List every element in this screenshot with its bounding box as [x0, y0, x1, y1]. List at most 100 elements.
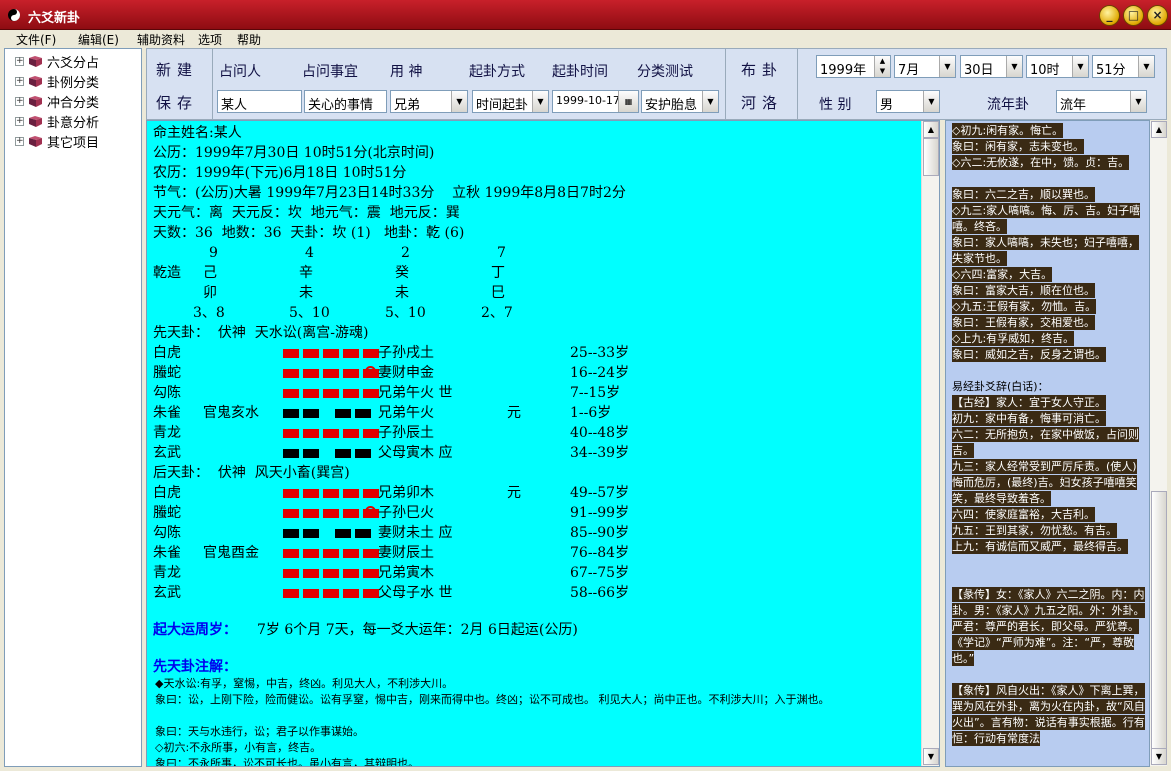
yao-text-text: ◇初九:闲有家。悔亡。: [952, 123, 1064, 138]
chevron-down-icon[interactable]: ▼: [702, 91, 718, 112]
plain-text: 六二：无所抱负，在家中做饭，占问则吉。: [952, 427, 1147, 459]
year-spinner[interactable]: 1999年 ▲ ▼: [816, 55, 891, 78]
spirit-name: 勾陈: [153, 525, 181, 541]
tree-item-label: 冲合分类: [47, 95, 100, 111]
category-value: 安护胎息: [645, 98, 698, 113]
info-line: 农历：1999年(下元)6月18日 10时51分: [153, 165, 407, 181]
pillar-ranges: 5、10: [289, 305, 330, 321]
expand-icon[interactable]: +: [15, 116, 24, 126]
tuan-text: 【彖传】女：《家人》六二之阴。内：内卦。男：《家人》九五之阳。外：外卦。严君：尊…: [952, 587, 1147, 667]
chevron-down-icon[interactable]: ▼: [1006, 56, 1022, 77]
menu-options[interactable]: 选项: [198, 31, 222, 48]
menu-help[interactable]: 帮助: [237, 31, 261, 48]
tree-item[interactable]: + 其它项目: [15, 132, 99, 151]
app-logo-icon: [8, 9, 20, 21]
close-button[interactable]: ×: [1147, 5, 1168, 26]
person-input[interactable]: 某人: [217, 90, 302, 113]
relation: 子孙辰土: [378, 425, 434, 441]
minimize-button[interactable]: _: [1099, 5, 1120, 26]
hour-select[interactable]: 10时 ▼: [1026, 55, 1089, 78]
scroll-down-icon[interactable]: ▼: [923, 748, 939, 765]
yao-text: 象曰：王假有家，交相爱也。: [952, 315, 1147, 331]
yang-segment: [303, 389, 319, 398]
yang-segment: [323, 509, 339, 518]
yao-text-text: 象曰：富家大吉，顺在位也。: [952, 283, 1095, 298]
scroll-up-icon[interactable]: ▲: [1151, 121, 1167, 138]
scroll-up-icon[interactable]: ▲: [923, 121, 939, 138]
tree-item[interactable]: + 冲合分类: [15, 92, 100, 111]
gender-select[interactable]: 男 ▼: [876, 90, 940, 113]
chevron-down-icon[interactable]: ▼: [1130, 91, 1146, 112]
spinner-arrows-icon[interactable]: ▲ ▼: [874, 56, 890, 77]
chevron-down-icon[interactable]: ▼: [1138, 56, 1154, 77]
tree-item[interactable]: + 卦意分析: [15, 112, 99, 131]
yang-segment: [343, 349, 359, 358]
yao-line: [283, 489, 379, 498]
expand-icon[interactable]: +: [15, 56, 24, 66]
save-button[interactable]: 保存: [156, 92, 198, 113]
month-select[interactable]: 7月 ▼: [894, 55, 956, 78]
relation: 子孙戌土: [378, 345, 434, 361]
pillar-branches: 巳: [491, 285, 505, 301]
heluo-button[interactable]: 河洛: [741, 92, 783, 113]
yang-segment: [303, 349, 319, 358]
matter-input[interactable]: 关心的事情: [304, 90, 387, 113]
expand-icon[interactable]: +: [15, 136, 24, 146]
right-scrollbar[interactable]: ▲ ▼: [1150, 121, 1167, 766]
yin-segment: [355, 529, 371, 538]
pillar-branches: 卯: [203, 285, 217, 301]
yin-segment: [335, 449, 351, 458]
spirit-name: 白虎: [153, 485, 181, 501]
note-line: 象曰：讼，上刚下险，险而健讼。讼有孚窒，惕中吉，刚来而得中也。终凶；讼不可成也。…: [155, 693, 830, 706]
yang-segment: [343, 389, 359, 398]
plain-title-text: 易经卦爻辞(白话)：: [952, 380, 1049, 393]
scroll-thumb[interactable]: [1151, 491, 1167, 751]
layout-button[interactable]: 布卦: [741, 59, 783, 80]
pillar-stems: 辛: [299, 265, 313, 281]
chevron-down-icon[interactable]: ▼: [1072, 56, 1088, 77]
day-select[interactable]: 30日 ▼: [960, 55, 1023, 78]
relation: 兄弟寅木: [378, 565, 434, 581]
scroll-thumb[interactable]: [923, 138, 939, 176]
expand-icon[interactable]: +: [15, 96, 24, 106]
yang-segment: [303, 589, 319, 598]
label-person: 占问人: [219, 64, 261, 80]
chevron-down-icon[interactable]: ▼: [923, 91, 939, 112]
menu-edit[interactable]: 编辑(E): [78, 31, 119, 48]
category-select[interactable]: 安护胎息 ▼: [641, 90, 719, 113]
menu-reference[interactable]: 辅助资料: [137, 31, 185, 48]
yang-segment: [303, 549, 319, 558]
book-icon: [29, 75, 42, 87]
plain-text-text: 上九：有诚信而又威严，最终得吉。: [952, 539, 1128, 554]
tree-item[interactable]: + 卦例分类: [15, 72, 99, 91]
plain-text-text: 六四：使家庭富裕，大吉利。: [952, 507, 1095, 522]
time-picker[interactable]: 1999-10-17 ▦: [552, 90, 639, 113]
tree-item[interactable]: + 六爻分占: [15, 52, 99, 71]
calendar-icon[interactable]: ▦: [618, 91, 638, 112]
yin-segment: [335, 529, 351, 538]
label-time: 起卦时间: [552, 64, 608, 80]
expand-icon[interactable]: +: [15, 76, 24, 86]
chevron-down-icon[interactable]: ▼: [532, 91, 548, 112]
yao-text: ◇九五:王假有家，勿恤。吉。: [952, 299, 1147, 315]
flow-year-select[interactable]: 流年 ▼: [1056, 90, 1147, 113]
method-select[interactable]: 时间起卦 ▼: [472, 90, 549, 113]
hidden-god: 官鬼酉金: [203, 545, 259, 561]
main-scrollbar[interactable]: ▲ ▼: [921, 121, 939, 766]
book-icon: [29, 55, 42, 67]
menu-file[interactable]: 文件(F): [16, 31, 56, 48]
spirit-name: 青龙: [153, 565, 181, 581]
god-select[interactable]: 兄弟 ▼: [390, 90, 468, 113]
new-button[interactable]: 新建: [156, 59, 198, 80]
yang-segment: [303, 489, 319, 498]
title-bar[interactable]: 六爻新卦 _ □ ×: [0, 0, 1171, 30]
chevron-down-icon[interactable]: ▼: [939, 56, 955, 77]
maximize-button[interactable]: □: [1123, 5, 1144, 26]
relation: 妻财未土 应: [378, 525, 453, 541]
pillar-nums: 2: [401, 245, 410, 261]
plain-title: 易经卦爻辞(白话)：: [952, 379, 1147, 395]
minute-select[interactable]: 51分 ▼: [1092, 55, 1155, 78]
relation: 父母寅木 应: [378, 445, 453, 461]
scroll-down-icon[interactable]: ▼: [1151, 748, 1167, 765]
chevron-down-icon[interactable]: ▼: [451, 91, 467, 112]
